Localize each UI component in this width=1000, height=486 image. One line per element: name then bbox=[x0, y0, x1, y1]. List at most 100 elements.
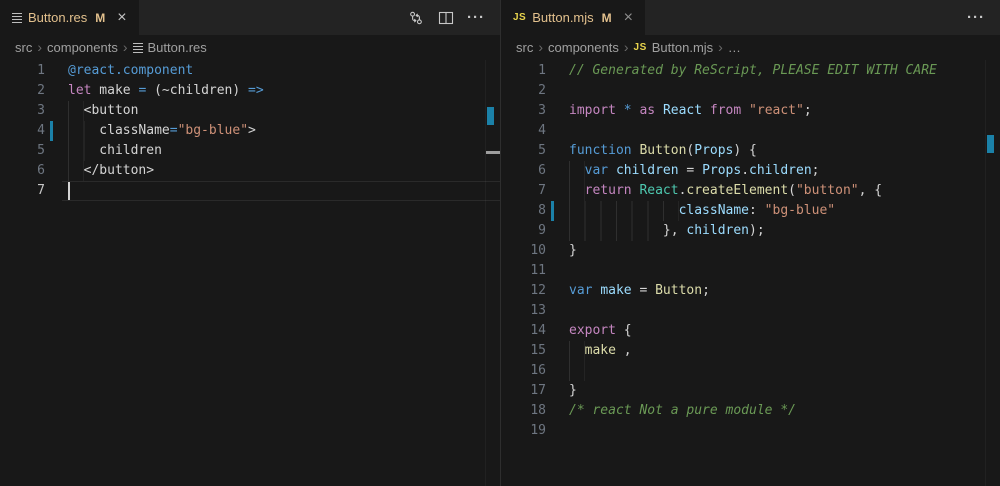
more-actions-icon[interactable]: ··· bbox=[466, 8, 486, 28]
gutter: 9 bbox=[501, 221, 563, 241]
code-line[interactable]: 7 bbox=[0, 181, 500, 201]
chevron-right-icon: › bbox=[538, 40, 543, 54]
code-line[interactable]: 6var children = Props.children; bbox=[501, 161, 1000, 181]
close-icon[interactable]: × bbox=[624, 10, 633, 26]
line-number: 3 bbox=[501, 101, 546, 121]
code-line[interactable]: 6</button> bbox=[0, 161, 500, 181]
code-text[interactable]: </button> bbox=[62, 161, 500, 181]
code-text[interactable] bbox=[563, 421, 1000, 441]
token: "react" bbox=[749, 103, 804, 118]
tab-bar-left: Button.res M × bbox=[0, 0, 500, 35]
code-text[interactable]: function Button(Props) { bbox=[563, 141, 1000, 161]
code-text[interactable]: // Generated by ReScript, PLEASE EDIT WI… bbox=[563, 61, 1000, 81]
code-text[interactable]: children bbox=[62, 141, 500, 161]
code-line[interactable]: 14export { bbox=[501, 321, 1000, 341]
tab-label: Button.res bbox=[28, 10, 87, 25]
overview-ruler[interactable] bbox=[985, 60, 1000, 486]
code-editor-rescript[interactable]: 1 @react.component 2 let make = (~children)… bbox=[0, 60, 500, 486]
line-number: 5 bbox=[0, 141, 45, 161]
breadcrumb-item-src[interactable]: src bbox=[516, 40, 533, 55]
token: React bbox=[639, 183, 678, 198]
code-text[interactable]: var children = Props.children; bbox=[563, 161, 1000, 181]
code-text[interactable] bbox=[563, 121, 1000, 141]
code-text[interactable]: }, children); bbox=[563, 221, 1000, 241]
breadcrumb-item-components[interactable]: components bbox=[47, 40, 118, 55]
overview-ruler[interactable] bbox=[485, 60, 500, 486]
code-line[interactable]: 17} bbox=[501, 381, 1000, 401]
tab-button-res[interactable]: Button.res M × bbox=[0, 0, 139, 35]
code-line[interactable]: 1 @react.component bbox=[0, 61, 500, 81]
code-text[interactable] bbox=[563, 261, 1000, 281]
code-text[interactable]: /* react Not a pure module */ bbox=[563, 401, 1000, 421]
line-number: 2 bbox=[0, 81, 45, 101]
code-line[interactable]: 9}, children); bbox=[501, 221, 1000, 241]
breadcrumb-item-src[interactable]: src bbox=[15, 40, 32, 55]
code-line[interactable]: 16 bbox=[501, 361, 1000, 381]
code-text[interactable]: let make = (~children) => bbox=[62, 81, 500, 101]
close-icon[interactable]: × bbox=[117, 10, 126, 26]
breadcrumb: src › components › Button.res bbox=[0, 35, 500, 60]
code-text[interactable]: var make = Button; bbox=[563, 281, 1000, 301]
code-text[interactable]: <button bbox=[62, 101, 500, 121]
token: @react.component bbox=[68, 63, 193, 78]
code-line[interactable]: 5 children bbox=[0, 141, 500, 161]
breadcrumb-item-file[interactable]: JS Button.mjs bbox=[634, 40, 714, 55]
file-icon bbox=[133, 43, 143, 53]
code-text[interactable]: } bbox=[563, 241, 1000, 261]
gutter: 4 bbox=[0, 121, 62, 141]
code-line[interactable]: 12var make = Button; bbox=[501, 281, 1000, 301]
code-line[interactable]: 10} bbox=[501, 241, 1000, 261]
token: children bbox=[616, 163, 679, 178]
code-text[interactable]: import * as React from "react"; bbox=[563, 101, 1000, 121]
code-text[interactable]: } bbox=[563, 381, 1000, 401]
code-line[interactable]: 15make , bbox=[501, 341, 1000, 361]
code-line[interactable]: 7return React.createElement("button", { bbox=[501, 181, 1000, 201]
token bbox=[608, 163, 616, 178]
code-line[interactable]: 18/* react Not a pure module */ bbox=[501, 401, 1000, 421]
code-line[interactable]: 8className: "bg-blue" bbox=[501, 201, 1000, 221]
open-changes-icon[interactable] bbox=[406, 8, 426, 28]
token: = bbox=[170, 123, 178, 138]
code-line[interactable]: 19 bbox=[501, 421, 1000, 441]
code-line[interactable]: 5function Button(Props) { bbox=[501, 141, 1000, 161]
split-editor-icon[interactable] bbox=[436, 8, 456, 28]
overview-ruler-marker bbox=[987, 135, 994, 153]
line-number: 1 bbox=[0, 61, 45, 81]
gutter: 5 bbox=[501, 141, 563, 161]
code-text[interactable]: export { bbox=[563, 321, 1000, 341]
code-line[interactable]: 1// Generated by ReScript, PLEASE EDIT W… bbox=[501, 61, 1000, 81]
code-text[interactable]: className="bg-blue"> bbox=[62, 121, 500, 141]
chevron-right-icon: › bbox=[718, 40, 723, 54]
code-text[interactable]: className: "bg-blue" bbox=[563, 201, 1000, 221]
code-text[interactable]: return React.createElement("button", { bbox=[563, 181, 1000, 201]
code-line[interactable]: 11 bbox=[501, 261, 1000, 281]
code-text[interactable] bbox=[563, 301, 1000, 321]
code-line[interactable]: 13 bbox=[501, 301, 1000, 321]
line-number: 13 bbox=[501, 301, 546, 321]
code-text[interactable] bbox=[62, 181, 500, 201]
code-line[interactable]: 3<button bbox=[0, 101, 500, 121]
code-editor-javascript[interactable]: 1// Generated by ReScript, PLEASE EDIT W… bbox=[501, 60, 1000, 486]
code-text[interactable]: make , bbox=[563, 341, 1000, 361]
tab-button-mjs[interactable]: JS Button.mjs M × bbox=[501, 0, 645, 35]
indent-guides bbox=[569, 341, 585, 361]
code-text[interactable] bbox=[563, 361, 1000, 381]
token: children bbox=[686, 223, 749, 238]
breadcrumb-item-components[interactable]: components bbox=[548, 40, 619, 55]
code-text[interactable]: @react.component bbox=[62, 61, 500, 81]
code-line[interactable]: 2 let make = (~children) => bbox=[0, 81, 500, 101]
code-line[interactable]: 3 import * as React from "react"; bbox=[501, 101, 1000, 121]
gutter: 13 bbox=[501, 301, 563, 321]
breadcrumb-item-symbol-more[interactable]: … bbox=[728, 40, 741, 55]
token: children bbox=[99, 143, 162, 158]
gutter: 12 bbox=[501, 281, 563, 301]
breadcrumb-item-file[interactable]: Button.res bbox=[133, 40, 207, 55]
more-actions-icon[interactable]: ··· bbox=[966, 8, 986, 28]
code-text[interactable] bbox=[563, 81, 1000, 101]
gutter: 1 bbox=[0, 61, 62, 81]
indent-guides bbox=[569, 161, 585, 181]
text-cursor bbox=[68, 182, 70, 200]
code-line[interactable]: 4 bbox=[501, 121, 1000, 141]
code-line[interactable]: 2 bbox=[501, 81, 1000, 101]
code-line[interactable]: 4className="bg-blue"> bbox=[0, 121, 500, 141]
